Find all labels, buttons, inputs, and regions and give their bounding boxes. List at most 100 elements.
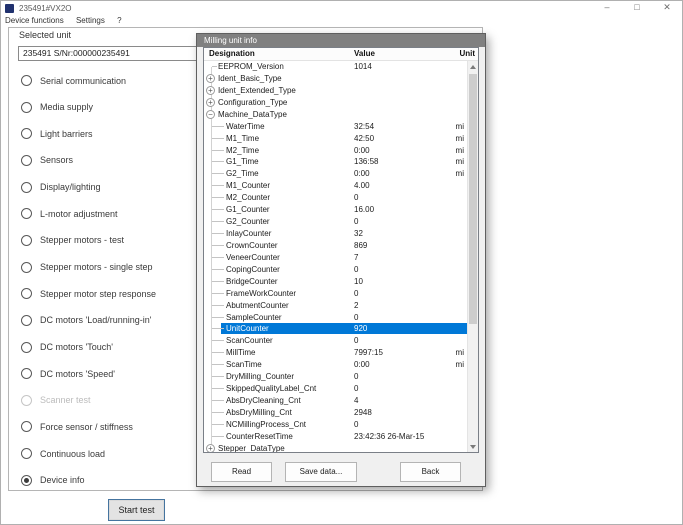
tree-row-copingcounter[interactable]: CopingCounter 0: [204, 264, 467, 276]
radio-option-stepper-motors-single-step[interactable]: Stepper motors - single step: [21, 261, 153, 274]
radio-option-serial-communication[interactable]: Serial communication: [21, 74, 126, 87]
radio-icon[interactable]: [21, 101, 32, 113]
tree-row-ident-extended-type[interactable]: + Ident_Extended_Type: [204, 85, 467, 97]
tree-row-g1-time[interactable]: G1_Time 136:58 mi: [204, 156, 467, 168]
radio-option-sensors[interactable]: Sensors: [21, 154, 73, 167]
tree-row-eeprom-version[interactable]: EEPROM_Version 1014: [204, 61, 467, 73]
tree-row-machine-datatype[interactable]: − Machine_DataType: [204, 109, 467, 121]
row-value: 32: [354, 229, 363, 239]
tree-connector: [212, 161, 224, 163]
radio-option-dc-motors-load-running-in[interactable]: DC motors 'Load/running-in': [21, 314, 152, 327]
maximize-button[interactable]: □: [622, 0, 652, 16]
close-button[interactable]: ✕: [652, 0, 682, 16]
radio-icon[interactable]: [21, 421, 32, 433]
scroll-up-icon[interactable]: [468, 61, 478, 72]
tree-row-m2-time[interactable]: M2_Time 0:00 mi: [204, 145, 467, 157]
radio-option-device-info[interactable]: Device info: [21, 474, 85, 487]
tree-row-samplecounter[interactable]: SampleCounter 0: [204, 312, 467, 324]
minimize-button[interactable]: –: [592, 0, 622, 16]
radio-option-media-supply[interactable]: Media supply: [21, 101, 93, 114]
tree-row-scancounter[interactable]: ScanCounter 0: [204, 335, 467, 347]
tree-row-m1-counter[interactable]: M1_Counter 4.00: [204, 180, 467, 192]
save-data-button[interactable]: Save data...: [285, 462, 357, 482]
titlebar[interactable]: 235491#VX2O – □ ✕: [0, 0, 683, 16]
radio-icon[interactable]: [21, 128, 32, 140]
expand-icon[interactable]: +: [206, 97, 215, 107]
tree-row-skippedqualitylabel-cnt[interactable]: SkippedQualityLabel_Cnt 0: [204, 383, 467, 395]
radio-option-stepper-motor-step-response[interactable]: Stepper motor step response: [21, 287, 156, 300]
row-value: 136:58: [354, 157, 379, 167]
tree-connector: [212, 221, 224, 223]
radio-option-stepper-motors-test[interactable]: Stepper motors - test: [21, 234, 124, 247]
tree-row-g1-counter[interactable]: G1_Counter 16.00: [204, 204, 467, 216]
radio-icon[interactable]: [21, 368, 32, 380]
radio-icon[interactable]: [21, 341, 32, 353]
radio-icon[interactable]: [21, 288, 32, 300]
start-test-button[interactable]: Start test: [108, 499, 165, 521]
radio-icon[interactable]: [21, 314, 32, 326]
tree-row-bridgecounter[interactable]: BridgeCounter 10: [204, 276, 467, 288]
collapse-icon[interactable]: −: [206, 109, 215, 119]
back-button[interactable]: Back: [400, 462, 461, 482]
radio-icon[interactable]: [21, 448, 32, 460]
radio-label: Stepper motor step response: [40, 288, 157, 299]
radio-icon[interactable]: [21, 474, 32, 486]
radio-option-light-barriers[interactable]: Light barriers: [21, 127, 93, 140]
row-value: 16.00: [354, 205, 375, 215]
menu-settings[interactable]: Settings: [71, 15, 110, 26]
expand-icon[interactable]: +: [206, 85, 215, 95]
radio-icon[interactable]: [21, 181, 32, 193]
expand-icon[interactable]: +: [206, 443, 215, 452]
row-designation: G2_Counter: [226, 217, 270, 227]
radio-option-dc-motors-speed[interactable]: DC motors 'Speed': [21, 367, 115, 380]
tree-connector: [212, 352, 224, 354]
tree-scrollbar[interactable]: [467, 61, 478, 452]
tree-connector: [212, 411, 224, 413]
tree-row-milltime[interactable]: MillTime 7997:15 mi: [204, 347, 467, 359]
radio-icon[interactable]: [21, 261, 32, 273]
radio-icon[interactable]: [21, 234, 32, 246]
tree-row-absdrycleaning-cnt[interactable]: AbsDryCleaning_Cnt 4: [204, 395, 467, 407]
row-value: 4.00: [354, 181, 370, 191]
tree-row-stepper-datatype[interactable]: + Stepper_DataType: [204, 443, 467, 452]
tree-row-g2-time[interactable]: G2_Time 0:00 mi: [204, 168, 467, 180]
row-designation: Ident_Extended_Type: [218, 85, 296, 95]
tree-connector: [212, 376, 224, 378]
radio-icon[interactable]: [21, 154, 32, 166]
radio-option-force-sensor-stiffness[interactable]: Force sensor / stiffness: [21, 420, 133, 433]
tree-row-abutmentcounter[interactable]: AbutmentCounter 2: [204, 300, 467, 312]
tree-row-veneercounter[interactable]: VeneerCounter 7: [204, 252, 467, 264]
tree-row-inlaycounter[interactable]: InlayCounter 32: [204, 228, 467, 240]
tree-row-m2-counter[interactable]: M2_Counter 0: [204, 192, 467, 204]
row-value: 7997:15: [354, 348, 383, 358]
tree-row-ident-basic-type[interactable]: + Ident_Basic_Type: [204, 73, 467, 85]
scroll-down-icon[interactable]: [468, 441, 478, 452]
radio-option-l-motor-adjustment[interactable]: L-motor adjustment: [21, 207, 118, 220]
scrollbar-thumb[interactable]: [469, 74, 477, 324]
tree-row-absdrymilling-cnt[interactable]: AbsDryMilling_Cnt 2948: [204, 407, 467, 419]
row-value: 0: [354, 264, 359, 274]
radio-option-display-lighting[interactable]: Display/lighting: [21, 181, 101, 194]
tree-row-scantime[interactable]: ScanTime 0:00 mi: [204, 359, 467, 371]
menu-device-functions[interactable]: Device functions: [0, 15, 69, 26]
tree-row-watertime[interactable]: WaterTime 32:54 mi: [204, 121, 467, 133]
menu-help[interactable]: ?: [112, 15, 126, 26]
dialog-titlebar[interactable]: Milling unit info: [197, 34, 485, 47]
radio-option-dc-motors-touch[interactable]: DC motors 'Touch': [21, 341, 113, 354]
read-button[interactable]: Read: [211, 462, 272, 482]
radio-icon[interactable]: [21, 75, 32, 86]
radio-icon[interactable]: [21, 208, 32, 220]
tree-connector: [212, 197, 224, 199]
tree-row-counterresettime[interactable]: CounterResetTime 23:42:36 26-Mar-15: [204, 431, 467, 443]
row-designation: MillTime: [226, 348, 256, 358]
tree-row-frameworkcounter[interactable]: FrameWorkCounter 0: [204, 288, 467, 300]
radio-option-continuous-load[interactable]: Continuous load: [21, 447, 105, 460]
tree-row-configuration-type[interactable]: + Configuration_Type: [204, 97, 467, 109]
tree-row-drymilling-counter[interactable]: DryMilling_Counter 0: [204, 371, 467, 383]
tree-row-ncmillingprocess-cnt[interactable]: NCMillingProcess_Cnt 0: [204, 419, 467, 431]
tree-row-g2-counter[interactable]: G2_Counter 0: [204, 216, 467, 228]
tree-row-m1-time[interactable]: M1_Time 42:50 mi: [204, 133, 467, 145]
tree-row-crowncounter[interactable]: CrownCounter 869: [204, 240, 467, 252]
tree-row-unitcounter[interactable]: UnitCounter 920: [204, 323, 467, 335]
expand-icon[interactable]: +: [206, 73, 215, 83]
